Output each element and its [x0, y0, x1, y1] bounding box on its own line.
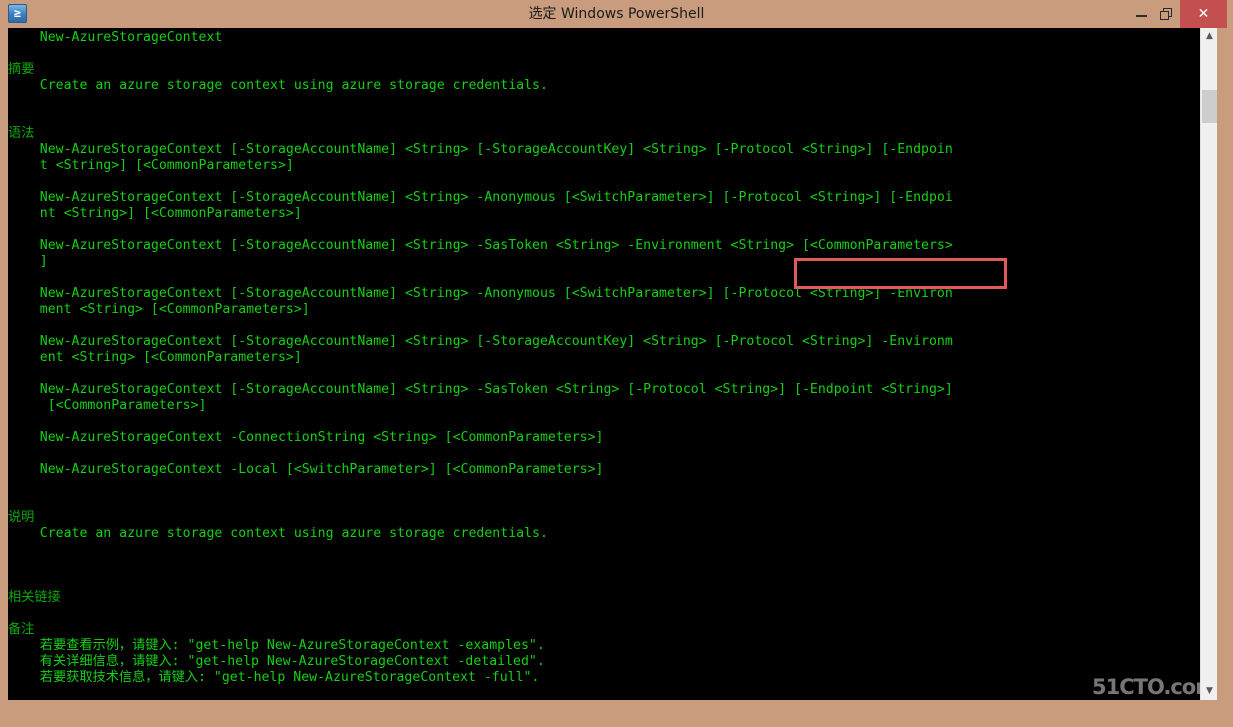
scrollbar-thumb[interactable]: [1202, 90, 1217, 123]
console-section-header: 说明: [8, 510, 35, 525]
console-line: 若要查看示例，请键入: "get-help New-AzureStorageCo…: [8, 638, 545, 653]
console-section-header: 备注: [8, 622, 35, 637]
window-title: 选定 Windows PowerShell: [528, 6, 705, 22]
maximize-button[interactable]: [1152, 0, 1182, 28]
console-section-header: 摘要: [8, 62, 35, 77]
vertical-scrollbar[interactable]: ▲ ▼: [1200, 28, 1217, 700]
console-line: New-AzureStorageContext: [8, 30, 223, 45]
console-line: New-AzureStorageContext [-StorageAccount…: [8, 382, 953, 397]
scroll-down-arrow-icon[interactable]: ▼: [1201, 683, 1218, 700]
console-line: New-AzureStorageContext [-StorageAccount…: [8, 142, 953, 157]
console-line: ment <String> [<CommonParameters>]: [8, 302, 310, 317]
console-line: [<CommonParameters>]: [8, 398, 207, 413]
console-line: 若要获取技术信息，请键入: "get-help New-AzureStorage…: [8, 670, 540, 685]
console-line: New-AzureStorageContext [-StorageAccount…: [8, 238, 953, 253]
console-line: ent <String> [<CommonParameters>]: [8, 350, 302, 365]
console-line: ]: [8, 254, 48, 269]
console-section-header: 语法: [8, 126, 35, 141]
console-line: Create an azure storage context using az…: [8, 78, 548, 93]
minimize-icon: [1136, 15, 1147, 17]
title-bar[interactable]: ≥ 选定 Windows PowerShell ✕: [0, 0, 1233, 28]
console-line: New-AzureStorageContext [-StorageAccount…: [8, 334, 953, 349]
scroll-up-arrow-icon[interactable]: ▲: [1201, 28, 1218, 45]
console-output-area[interactable]: New-AzureStorageContext 摘要 Create an azu…: [8, 28, 1200, 700]
console-line: New-AzureStorageContext -ConnectionStrin…: [8, 430, 604, 445]
console-line: t <String>] [<CommonParameters>]: [8, 158, 294, 173]
console-line: New-AzureStorageContext [-StorageAccount…: [8, 190, 953, 205]
console-line: Create an azure storage context using az…: [8, 526, 548, 541]
console-line: New-AzureStorageContext -Local [<SwitchP…: [8, 462, 604, 477]
console-section-header: 相关链接: [8, 590, 61, 605]
console-line: New-AzureStorageContext [-StorageAccount…: [8, 286, 953, 301]
maximize-icon-front: [1160, 11, 1169, 20]
console-text: New-AzureStorageContext 摘要 Create an azu…: [8, 28, 1200, 686]
console-line: 有关详细信息，请键入: "get-help New-AzureStorageCo…: [8, 654, 545, 669]
powershell-window: ≥ 选定 Windows PowerShell ✕ New-AzureStora…: [0, 0, 1233, 727]
close-button[interactable]: ✕: [1180, 0, 1227, 28]
console-line: nt <String>] [<CommonParameters>]: [8, 206, 302, 221]
